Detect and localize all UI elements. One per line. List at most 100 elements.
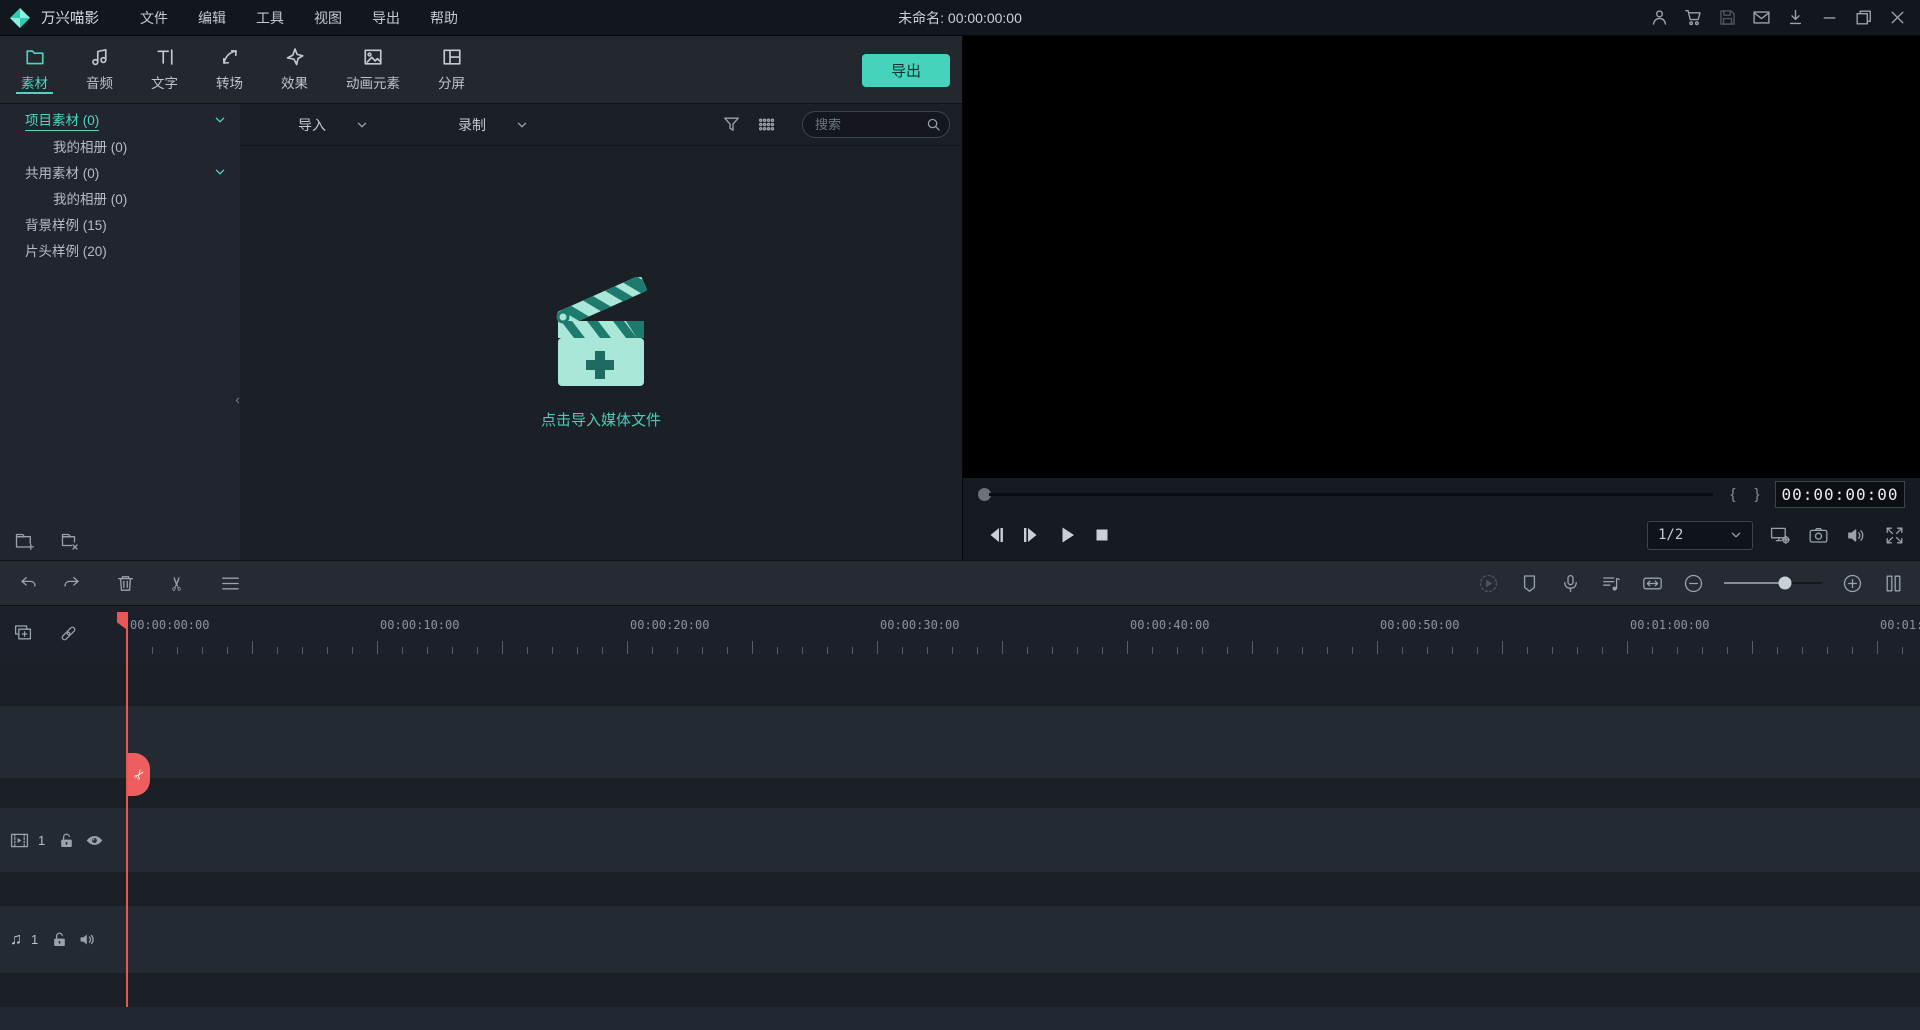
zoom-in-icon[interactable] [1842,573,1863,594]
fullscreen-icon[interactable] [1884,525,1905,546]
chevron-down-icon[interactable] [214,114,226,126]
sidebar-folder-item[interactable]: 我的相册 (0) [0,133,240,159]
maximize-button[interactable] [1846,0,1880,36]
marker-icon[interactable] [1519,573,1540,594]
ruler-tick [677,647,678,654]
playhead-line[interactable] [126,612,128,1007]
tab-text[interactable]: 文字 [132,36,197,103]
ruler-tick [777,647,778,654]
preview-seek-row: { } 00:00:00:00 [963,478,1920,510]
sidebar-folder-item[interactable]: 我的相册 (0) [0,185,240,211]
tab-label: 分屏 [438,72,465,92]
tab-effect[interactable]: 效果 [262,36,327,103]
preview-zoom-select[interactable]: 1/2 [1647,521,1753,550]
undo-icon[interactable] [16,571,40,595]
close-button[interactable] [1880,0,1914,36]
ruler-tick [602,647,603,654]
minimize-button[interactable] [1812,0,1846,36]
chevron-down-icon[interactable] [214,166,226,178]
add-folder-icon[interactable] [14,530,36,552]
seek-track[interactable] [989,493,1713,496]
search-input[interactable] [815,117,926,132]
sidebar-folder-item[interactable]: 项目素材 (0) [0,107,240,133]
timeline-lane-empty[interactable] [0,706,1920,778]
link-icon[interactable] [58,623,79,644]
audio-mixer-icon[interactable] [1601,573,1622,594]
tab-split[interactable]: 分屏 [419,36,484,103]
voiceover-mic-icon[interactable] [1560,573,1581,594]
mark-out-icon[interactable]: } [1745,486,1769,503]
sidebar-collapse-handle[interactable]: ‹ [233,387,242,411]
timeline-lane-audio[interactable] [0,906,1920,973]
sidebar-folder-item[interactable]: 背景样例 (15) [0,211,240,237]
stop-button[interactable] [1094,527,1110,543]
add-media-track-icon[interactable] [13,623,34,644]
ruler-tick [577,647,578,654]
tab-music[interactable]: 音频 [67,36,132,103]
snapshot-icon[interactable] [1808,525,1829,546]
menu-item[interactable]: 工具 [241,0,299,36]
play-button[interactable] [1059,526,1077,544]
empty-hint-text[interactable]: 点击导入媒体文件 [541,409,661,430]
import-dropdown[interactable]: 导入 [298,115,368,135]
lock-icon[interactable] [50,930,69,949]
delete-icon[interactable] [113,571,137,595]
tab-folder[interactable]: 素材 [2,36,67,103]
feedback-mail-icon[interactable] [1744,0,1778,36]
mark-in-icon[interactable]: { [1721,486,1745,503]
menu-item[interactable]: 帮助 [415,0,473,36]
mute-speaker-icon[interactable] [78,930,97,949]
menu-item[interactable]: 编辑 [183,0,241,36]
media-empty-state: 点击导入媒体文件 [240,146,962,560]
audio-track-header: ♫ 1 [0,906,100,973]
preview-timecode[interactable]: 00:00:00:00 [1775,481,1905,508]
ruler-tick [927,647,928,654]
tab-element[interactable]: 动画元素 [327,36,419,103]
ruler-timecode-label: 00:01:10:00 [1880,618,1920,632]
record-dropdown[interactable]: 录制 [458,115,528,135]
display-settings-icon[interactable] [1770,525,1791,546]
ruler-tick [1652,647,1653,654]
download-icon[interactable] [1778,0,1812,36]
visibility-eye-icon[interactable] [85,831,104,850]
filter-icon[interactable] [722,115,741,134]
account-icon[interactable] [1642,0,1676,36]
grid-view-icon[interactable] [757,115,776,134]
ruler-tick [1552,647,1553,654]
slider-knob[interactable] [1778,577,1791,590]
ruler-tick [1677,647,1678,654]
ruler-tick [1277,647,1278,654]
next-frame-button[interactable] [1022,526,1042,544]
volume-icon[interactable] [1846,525,1867,546]
render-preview-icon[interactable] [1478,573,1499,594]
split-scissors-icon[interactable]: ✂ [168,575,187,591]
redo-icon[interactable] [59,571,83,595]
chevron-down-icon [1730,529,1742,541]
ruler-tick [1027,647,1028,654]
ruler-tick [1827,647,1828,654]
sidebar-folder-item[interactable]: 共用素材 (0) [0,159,240,185]
delete-folder-icon[interactable] [58,530,80,552]
playhead-cut-button[interactable]: ✂ [128,753,150,796]
timeline-lane-video[interactable] [0,808,1920,872]
ruler-timecode-label: 00:00:00:00 [130,618,209,632]
menu-item[interactable]: 视图 [299,0,357,36]
previous-frame-button[interactable] [985,526,1005,544]
export-button[interactable]: 导出 [862,54,950,87]
search-icon[interactable] [926,117,941,132]
import-clapperboard-icon[interactable] [542,277,660,389]
import-label: 导入 [298,115,326,135]
tab-transition[interactable]: 转场 [197,36,262,103]
zoom-fit-icon[interactable] [1642,573,1663,594]
lock-icon[interactable] [57,831,76,850]
transition-icon [220,47,240,67]
zoom-out-icon[interactable] [1683,573,1704,594]
adjust-icon[interactable] [219,571,243,595]
menu-item[interactable]: 文件 [125,0,183,36]
track-manager-icon[interactable] [1883,573,1904,594]
menu-item[interactable]: 导出 [357,0,415,36]
sidebar-folder-item[interactable]: 片头样例 (20) [0,237,240,263]
timeline-zoom-slider[interactable] [1724,576,1822,590]
timeline-ruler[interactable]: 00:00:00:0000:00:10:0000:00:20:0000:00:3… [0,606,1920,661]
store-cart-icon[interactable] [1676,0,1710,36]
